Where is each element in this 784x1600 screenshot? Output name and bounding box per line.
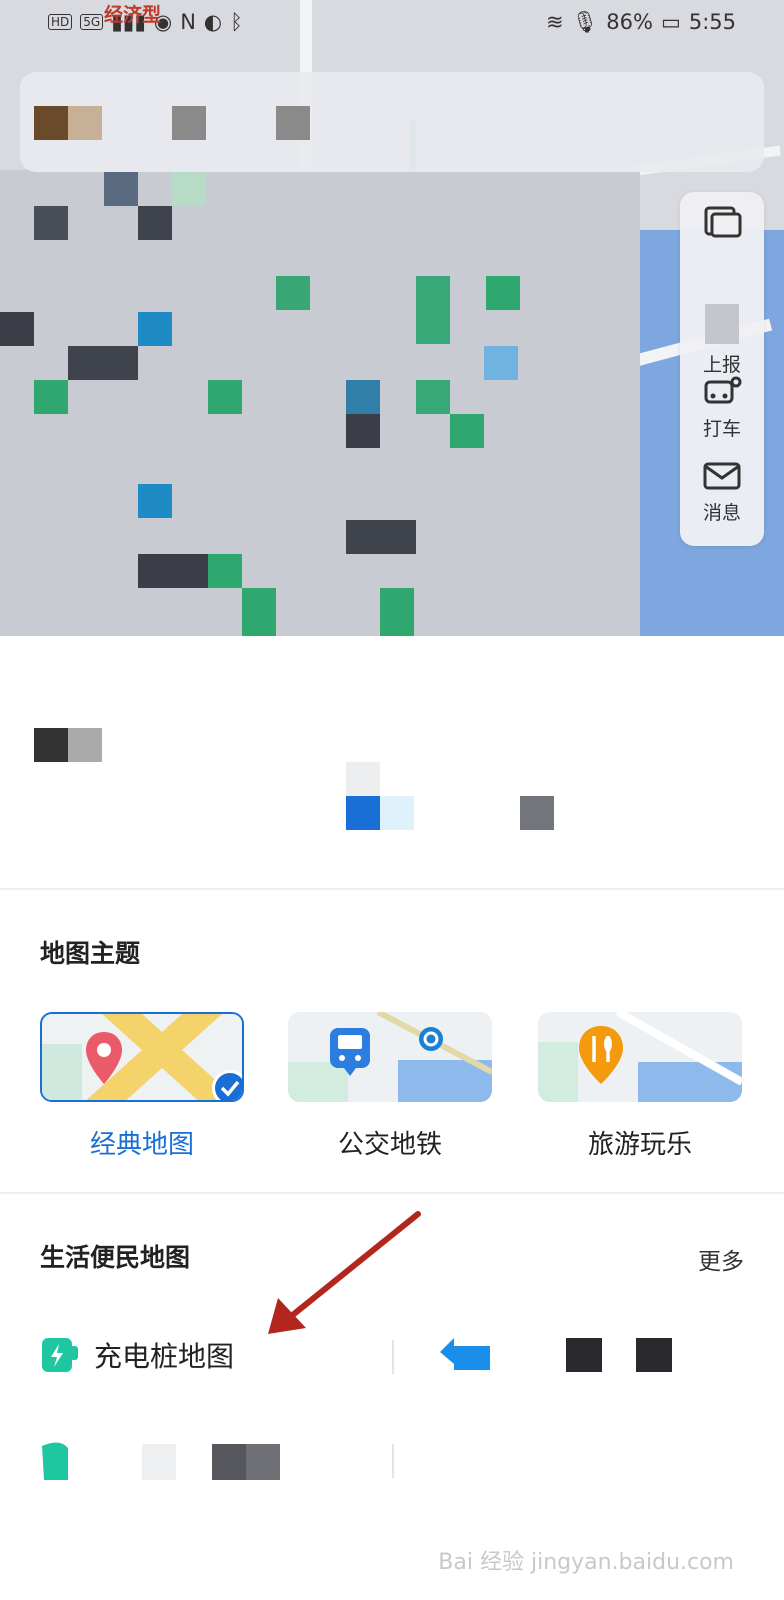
- side-item-taxi[interactable]: 打车: [680, 374, 764, 441]
- divider: [0, 1192, 784, 1194]
- pixelated-life-item[interactable]: [40, 1440, 290, 1484]
- layers-icon: [704, 206, 742, 238]
- vertical-separator: [392, 1444, 394, 1478]
- message-icon: [703, 462, 741, 490]
- map-overlay-label: 经济型: [104, 4, 162, 26]
- search-bar-content: [34, 106, 310, 140]
- clock: 5:55: [688, 10, 736, 34]
- side-panel: 上报 打车 消息: [680, 192, 764, 546]
- theme-classic-card[interactable]: [40, 1012, 244, 1102]
- network-badge: 5G: [80, 14, 104, 30]
- side-item-label: 消息: [702, 502, 741, 524]
- nfc-icon: N: [180, 10, 196, 34]
- theme-transit-label[interactable]: 公交地铁: [288, 1124, 492, 1161]
- bus-icon: [330, 1028, 370, 1076]
- pixelated-sheet-content: [34, 728, 554, 830]
- theme-transit-card[interactable]: [288, 1012, 492, 1102]
- moon-icon: ◐: [203, 10, 223, 34]
- annotation-arrow: [268, 1211, 421, 1334]
- side-item-label: 打车: [702, 418, 741, 440]
- transit-map-preview: [288, 1012, 492, 1102]
- mic-icon: 🎙: [571, 9, 599, 34]
- report-icon: [705, 304, 739, 344]
- wifi-icon: ≋: [546, 10, 564, 34]
- location-pin-icon: [86, 1032, 122, 1084]
- hd-badge: HD: [48, 14, 73, 30]
- charging-map-label: 充电桩地图: [94, 1340, 235, 1373]
- travel-map-preview: [538, 1012, 742, 1102]
- battery-percent: 86%: [606, 10, 653, 34]
- life-title: 生活便民地图: [40, 1243, 191, 1272]
- side-item-label: 上报: [702, 354, 741, 376]
- watermark: Bai 经验 jingyan.baidu.com: [438, 1550, 734, 1575]
- divider: [0, 888, 784, 890]
- map-view[interactable]: HD 5G ▮▮▮ ◉ N ◐ ᛒ ≋ 🎙 86% ▭ 5:55 经济型 上报 …: [0, 0, 784, 636]
- status-right: ≋ 🎙 86% ▭ 5:55: [546, 10, 736, 35]
- charging-map-item[interactable]: 充电桩地图: [40, 1334, 234, 1376]
- bluetooth-icon: ᛒ: [230, 10, 243, 34]
- layers-button[interactable]: [680, 204, 764, 244]
- pixelated-life-item[interactable]: [440, 1334, 710, 1374]
- themes-title: 地图主题: [40, 939, 141, 968]
- battery-icon: ▭: [660, 10, 681, 34]
- selected-check-icon: [212, 1070, 242, 1100]
- search-bar[interactable]: [20, 72, 764, 172]
- side-item-message[interactable]: 消息: [680, 458, 764, 525]
- more-link[interactable]: 更多: [698, 1242, 744, 1276]
- restaurant-icon: [579, 1026, 623, 1084]
- theme-travel-card[interactable]: [538, 1012, 742, 1102]
- theme-travel-label[interactable]: 旅游玩乐: [538, 1124, 742, 1161]
- theme-classic-label[interactable]: 经典地图: [40, 1124, 244, 1161]
- taxi-icon: [704, 376, 742, 404]
- side-item-report[interactable]: 上报: [680, 304, 764, 377]
- subway-icon: [419, 1027, 443, 1051]
- pixelated-map-content: [0, 170, 640, 636]
- charging-station-icon: [42, 1338, 78, 1372]
